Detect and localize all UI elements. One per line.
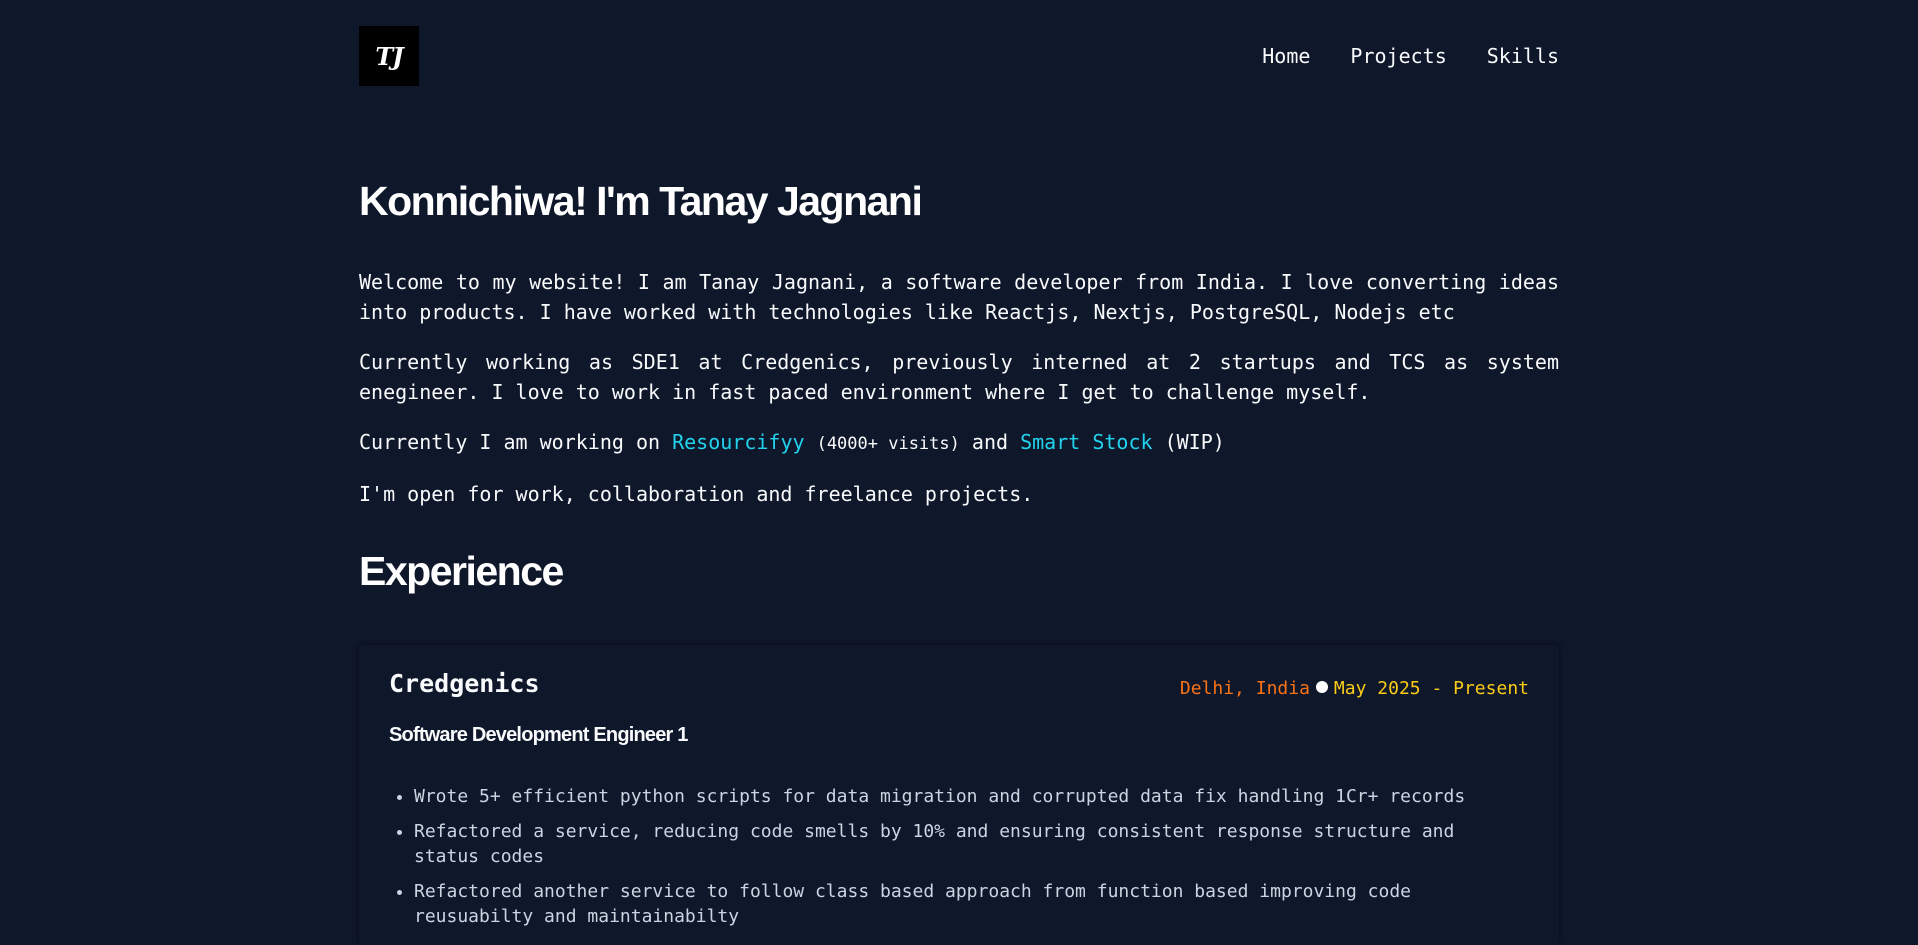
page-container: TJ Home Projects Skills Konnichiwa! I'm … bbox=[359, 0, 1559, 945]
smart-stock-link[interactable]: Smart Stock bbox=[1020, 430, 1152, 454]
intro-p3-prefix: Currently I am working on bbox=[359, 430, 673, 454]
logo[interactable]: TJ bbox=[359, 26, 419, 86]
list-item: Refactored another service to follow cla… bbox=[414, 879, 1529, 929]
list-item: Wrote 5+ efficient python scripts for da… bbox=[414, 784, 1529, 809]
location-text: Delhi, India bbox=[1179, 678, 1310, 699]
intro-paragraph-2: Currently working as SDE1 at Credgenics,… bbox=[359, 350, 1559, 404]
page-title: Konnichiwa! I'm Tanay Jagnani bbox=[359, 178, 923, 224]
nav-skills[interactable]: Skills bbox=[1487, 42, 1559, 70]
experience-points: Wrote 5+ efficient python scripts for da… bbox=[389, 784, 1529, 939]
experience-heading: Experience bbox=[359, 548, 564, 594]
resourcifyy-link[interactable]: Resourcifyy bbox=[672, 430, 804, 454]
intro-paragraph-3: Currently I am working on Resourcifyy (4… bbox=[359, 427, 1559, 459]
experience-meta: Delhi, India May 2025 - Present bbox=[1180, 677, 1529, 701]
nav-projects[interactable]: Projects bbox=[1350, 42, 1446, 70]
intro-p3-suffix: (WIP) bbox=[1152, 430, 1225, 454]
visits-count: (4000+ visits) bbox=[816, 434, 960, 454]
intro-paragraph-1: Welcome to my website! I am Tanay Jagnan… bbox=[359, 270, 1559, 324]
company-name: Credgenics bbox=[389, 669, 540, 698]
intro-paragraph-4: I'm open for work, collaboration and fre… bbox=[359, 482, 1034, 506]
list-item: Refactored a service, reducing code smel… bbox=[414, 819, 1529, 869]
main-nav: Home Projects Skills bbox=[1262, 42, 1559, 70]
nav-home[interactable]: Home bbox=[1262, 42, 1310, 70]
site-header: TJ Home Projects Skills bbox=[359, 0, 1559, 112]
intro-section: Welcome to my website! I am Tanay Jagnan… bbox=[359, 267, 1559, 529]
dot-separator-icon bbox=[1315, 681, 1328, 693]
role-title: Software Development Engineer 1 bbox=[389, 724, 688, 746]
experience-card: Credgenics Delhi, India May 2025 - Presen… bbox=[359, 645, 1559, 945]
date-range: May 2025 - Present bbox=[1333, 678, 1529, 699]
intro-p3-and: and bbox=[959, 430, 1021, 454]
